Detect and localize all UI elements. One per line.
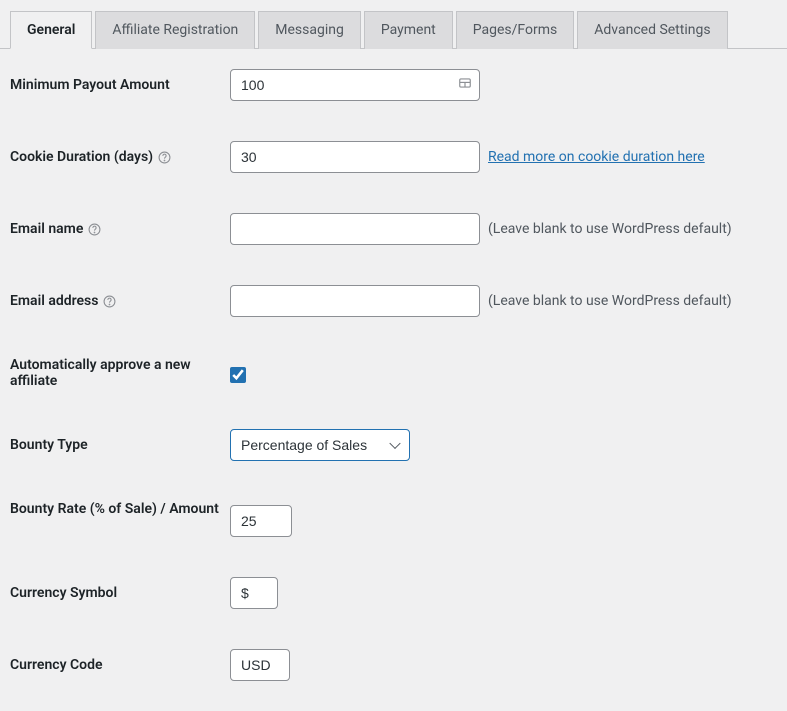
tab-payment[interactable]: Payment xyxy=(364,11,453,49)
input-currency-symbol[interactable] xyxy=(230,577,278,609)
row-currency-symbol: Currency Symbol xyxy=(10,577,777,609)
label-cookie-duration: Cookie Duration (days) xyxy=(10,149,230,165)
tab-advanced-settings[interactable]: Advanced Settings xyxy=(577,11,727,49)
tab-messaging[interactable]: Messaging xyxy=(258,11,361,49)
input-cookie-duration[interactable] xyxy=(230,141,480,173)
row-email-address: Email address (Leave blank to use WordPr… xyxy=(10,285,777,317)
link-cookie-duration-help[interactable]: Read more on cookie duration here xyxy=(488,149,705,165)
label-email-name: Email name xyxy=(10,221,230,237)
input-email-name[interactable] xyxy=(230,213,480,245)
tabs-nav: General Affiliate Registration Messaging… xyxy=(0,0,787,49)
row-bounty-rate: Bounty Rate (% of Sale) / Amount xyxy=(10,501,777,537)
input-currency-code[interactable] xyxy=(230,649,290,681)
input-email-address[interactable] xyxy=(230,285,480,317)
input-bounty-rate[interactable] xyxy=(230,505,292,537)
row-bounty-type: Bounty Type Percentage of Sales xyxy=(10,429,777,461)
info-icon xyxy=(157,150,171,164)
checkbox-auto-approve[interactable] xyxy=(230,367,246,383)
label-auto-approve: Automatically approve a new affiliate xyxy=(10,357,230,389)
row-cookie-duration: Cookie Duration (days) Read more on cook… xyxy=(10,141,777,173)
select-bounty-type[interactable]: Percentage of Sales xyxy=(230,429,410,461)
input-min-payout[interactable] xyxy=(230,69,480,101)
label-min-payout: Minimum Payout Amount xyxy=(10,77,230,93)
label-currency-code: Currency Code xyxy=(10,657,230,673)
label-bounty-rate: Bounty Rate (% of Sale) / Amount xyxy=(10,501,230,517)
label-bounty-type: Bounty Type xyxy=(10,437,230,453)
form-general: Minimum Payout Amount Cookie Duration (d… xyxy=(0,49,787,711)
row-min-payout: Minimum Payout Amount xyxy=(10,69,777,101)
tab-general[interactable]: General xyxy=(10,11,92,49)
tab-pages-forms[interactable]: Pages/Forms xyxy=(456,11,575,49)
row-email-name: Email name (Leave blank to use WordPress… xyxy=(10,213,777,245)
info-icon xyxy=(87,222,101,236)
hint-email-address: (Leave blank to use WordPress default) xyxy=(488,293,732,309)
tab-affiliate-registration[interactable]: Affiliate Registration xyxy=(95,11,255,49)
hint-email-name: (Leave blank to use WordPress default) xyxy=(488,221,732,237)
label-email-address: Email address xyxy=(10,293,230,309)
row-auto-approve: Automatically approve a new affiliate xyxy=(10,357,777,389)
row-currency-code: Currency Code xyxy=(10,649,777,681)
info-icon xyxy=(102,294,116,308)
label-currency-symbol: Currency Symbol xyxy=(10,585,230,601)
